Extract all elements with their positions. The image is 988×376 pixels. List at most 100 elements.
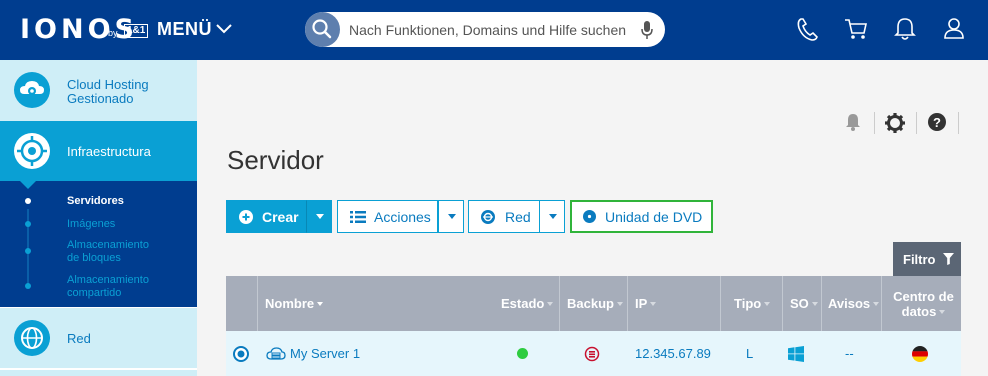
sidebar-item-infraestructura[interactable]: Infraestructura — [0, 121, 197, 181]
user-icon[interactable] — [942, 16, 966, 42]
status-cell — [517, 331, 528, 376]
sort-caret-icon — [317, 301, 324, 306]
column-label: SO — [790, 296, 809, 311]
dot — [25, 248, 31, 254]
sidebar-subitem-servidores[interactable]: Servidores — [0, 193, 197, 209]
sidebar-subitem-almacenamiento-compartido[interactable]: Almacenamiento compartido — [0, 273, 197, 301]
divider — [916, 112, 917, 134]
divider — [874, 112, 875, 134]
logo-by-text: by — [108, 28, 118, 38]
subitem-label: Imágenes — [67, 218, 116, 230]
sidebar-submenu: Servidores Imágenes Almacenamiento de bl… — [0, 181, 197, 307]
caret-down-icon — [316, 214, 324, 219]
search-input[interactable] — [349, 12, 629, 47]
filter-button[interactable]: Filtro — [893, 242, 961, 276]
column-divider — [559, 276, 560, 331]
column-divider — [627, 276, 628, 331]
list-icon — [350, 210, 366, 223]
microphone-icon[interactable] — [640, 20, 654, 40]
table-header: Nombre Estado Backup IP Tipo SO Avisos C… — [226, 276, 961, 331]
datacenter-cell — [912, 331, 928, 376]
status-running-dot — [517, 348, 528, 359]
column-label-line2: datos — [901, 303, 937, 319]
table-row[interactable]: My Server 1 12.345.67.89 L -- — [226, 331, 961, 376]
type-cell: L — [746, 346, 754, 361]
backup-cell[interactable] — [584, 331, 600, 376]
network-button[interactable]: Red — [468, 200, 540, 233]
column-label: Nombre — [265, 296, 315, 311]
column-header-estado[interactable]: Estado — [501, 276, 554, 331]
sort-caret-icon — [873, 301, 880, 306]
server-name: My Server 1 — [290, 346, 361, 361]
bell-icon[interactable] — [845, 112, 861, 132]
sort-caret-icon — [650, 301, 657, 306]
sidebar-label-line2: Gestionado — [67, 91, 134, 106]
cart-icon[interactable] — [843, 16, 869, 42]
chevron-down-icon[interactable] — [215, 22, 233, 36]
dot — [25, 221, 31, 227]
column-header-nombre[interactable]: Nombre — [265, 276, 324, 331]
top-bar: IONOS by 1&1 MENÜ — [0, 0, 988, 60]
column-divider — [881, 276, 882, 331]
actions-dropdown-button[interactable] — [438, 200, 464, 233]
column-header-so[interactable]: SO — [790, 276, 818, 331]
active-dot — [25, 198, 31, 204]
network-globe-icon — [14, 320, 52, 356]
filter-icon — [942, 253, 954, 265]
column-divider — [782, 276, 783, 331]
backup-icon — [584, 346, 600, 361]
create-button[interactable]: Crear — [226, 200, 307, 233]
sidebar-subitem-almacenamiento-bloques[interactable]: Almacenamiento de bloques — [0, 238, 197, 266]
subitem-label-line2: compartido — [67, 287, 122, 299]
column-label-line1: Centro de — [893, 288, 954, 304]
sidebar-item-label: Infraestructura — [67, 144, 151, 159]
sort-caret-icon — [811, 301, 818, 306]
column-header-tipo[interactable]: Tipo — [734, 276, 771, 331]
create-dropdown-button[interactable] — [306, 200, 332, 233]
column-header-avisos[interactable]: Avisos — [828, 276, 880, 331]
help-icon[interactable]: ? — [927, 112, 947, 132]
network-dropdown-button[interactable] — [539, 200, 565, 233]
subitem-label: Servidores — [67, 195, 124, 207]
column-divider — [720, 276, 721, 331]
sidebar-item-red[interactable]: Red — [0, 308, 197, 368]
column-label: Estado — [501, 296, 545, 311]
row-radio-button[interactable] — [233, 346, 249, 362]
column-divider — [257, 276, 258, 331]
sidebar-label-line1: Cloud Hosting — [67, 77, 149, 92]
column-label: IP — [635, 296, 648, 311]
menu-button[interactable]: MENÜ — [157, 19, 212, 40]
search-bar — [305, 12, 665, 47]
dot — [25, 283, 31, 289]
network-icon — [481, 209, 495, 224]
ionos-logo[interactable]: IONOS — [20, 14, 138, 45]
phone-icon[interactable] — [795, 16, 819, 42]
caret-down-icon — [549, 214, 557, 219]
subitem-label-line1: Almacenamiento — [67, 239, 149, 251]
column-header-centro-datos[interactable]: Centro de datos — [891, 276, 956, 331]
sidebar-subitem-imagenes[interactable]: Imágenes — [0, 216, 197, 232]
column-label: Backup — [567, 296, 614, 311]
dvd-drive-button[interactable]: Unidad de DVD — [570, 200, 713, 233]
actions-button[interactable]: Acciones — [337, 200, 438, 233]
caret-down-icon — [448, 214, 456, 219]
actions-label: Acciones — [374, 208, 431, 225]
cloud-server-icon — [266, 346, 286, 360]
dvd-disc-icon — [583, 210, 596, 223]
divider — [958, 112, 959, 134]
column-header-backup[interactable]: Backup — [567, 276, 623, 331]
bell-icon[interactable] — [893, 16, 917, 42]
subitem-label-line2: de bloques — [67, 252, 121, 264]
search-icon[interactable] — [305, 12, 340, 47]
sidebar-item-cloud-hosting[interactable]: Cloud Hosting Gestionado — [0, 60, 197, 121]
server-name-cell[interactable]: My Server 1 — [265, 331, 360, 376]
gear-icon[interactable] — [884, 112, 906, 134]
germany-flag-icon — [912, 345, 928, 362]
column-header-ip[interactable]: IP — [635, 276, 657, 331]
network-label: Red — [505, 208, 531, 225]
alerts-cell: -- — [845, 346, 854, 361]
ip-cell[interactable]: 12.345.67.89 — [635, 331, 711, 376]
column-divider — [821, 276, 822, 331]
page-title: Servidor — [227, 145, 324, 175]
sidebar-next-item[interactable] — [0, 369, 197, 376]
